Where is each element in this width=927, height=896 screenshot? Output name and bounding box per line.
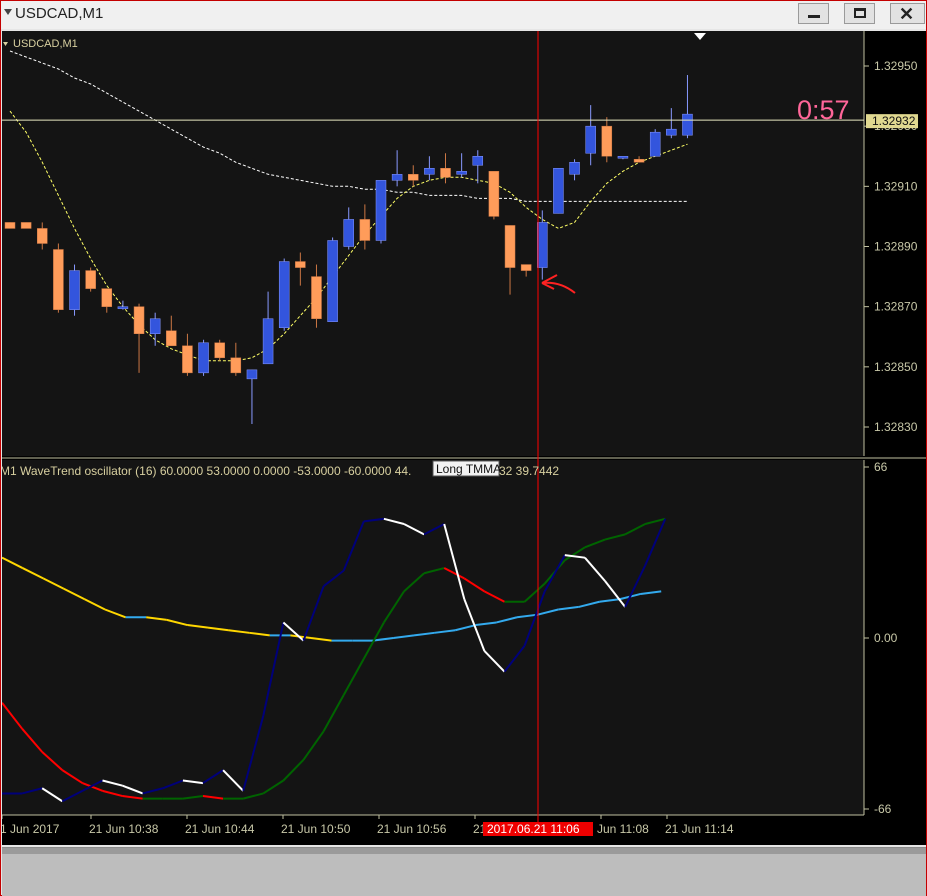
candle[interactable] bbox=[69, 270, 80, 310]
oscillator-panel-bg[interactable] bbox=[2, 460, 864, 815]
bid-price-label: 1.32932 bbox=[872, 114, 916, 128]
candle[interactable] bbox=[520, 264, 532, 271]
candle[interactable] bbox=[4, 222, 16, 229]
candle[interactable] bbox=[117, 306, 129, 309]
terminal-window: USDCAD,M1 ✕ 1.329501.329301.329101.32890… bbox=[0, 0, 927, 896]
candle[interactable] bbox=[585, 125, 596, 154]
main-panel-label: USDCAD,M1 bbox=[13, 38, 78, 50]
candle[interactable] bbox=[569, 162, 580, 175]
maximize-icon bbox=[854, 8, 866, 18]
candle[interactable] bbox=[633, 159, 645, 163]
candle[interactable] bbox=[472, 156, 484, 166]
candle[interactable] bbox=[246, 369, 258, 380]
candle[interactable] bbox=[182, 345, 193, 374]
chart-window-icon bbox=[4, 9, 12, 15]
price-tick-label: 1.32950 bbox=[874, 59, 918, 73]
candle[interactable] bbox=[456, 171, 467, 175]
candle[interactable] bbox=[488, 171, 500, 217]
status-bar-divider bbox=[2, 848, 926, 854]
time-tick-label: 21 Jun 10:44 bbox=[185, 822, 255, 836]
time-tick-label: 1 Jun 2017 bbox=[2, 822, 60, 836]
candle-countdown: 0:57 bbox=[797, 95, 850, 125]
price-tick-label: 1.32910 bbox=[874, 179, 918, 193]
candle[interactable] bbox=[553, 168, 564, 214]
crosshair-time-label: 2017.06.21 11:06 bbox=[487, 822, 580, 836]
oscillator-panel-label: M1 WaveTrend oscillator (16) 60.0000 53.… bbox=[2, 464, 411, 478]
candle[interactable] bbox=[327, 240, 338, 322]
candle[interactable] bbox=[101, 288, 113, 307]
price-tick-label: 1.32830 bbox=[874, 420, 918, 434]
oscillator-panel-label-suffix: 32 39.7442 bbox=[499, 464, 559, 478]
candle[interactable] bbox=[666, 128, 677, 136]
candle[interactable] bbox=[617, 156, 629, 159]
candle[interactable] bbox=[537, 222, 548, 268]
time-tick-label: 21 Jun 10:38 bbox=[89, 822, 159, 836]
price-tick-label: 1.32850 bbox=[874, 360, 918, 374]
osc-tick-label: -66 bbox=[874, 802, 892, 816]
candle[interactable] bbox=[504, 225, 516, 268]
candle[interactable] bbox=[53, 249, 64, 310]
candle[interactable] bbox=[20, 222, 32, 229]
window-title: USDCAD,M1 bbox=[15, 5, 104, 22]
price-tick-label: 1.32870 bbox=[874, 300, 918, 314]
candle[interactable] bbox=[601, 125, 613, 157]
title-bar[interactable]: USDCAD,M1 ✕ bbox=[1, 1, 926, 29]
candle[interactable] bbox=[278, 261, 290, 328]
candle[interactable] bbox=[133, 306, 145, 334]
chart-area[interactable]: 1.329501.329301.329101.328901.328701.328… bbox=[0, 31, 926, 845]
candle[interactable] bbox=[375, 180, 387, 241]
time-tick-label: 21 Jun 11:14 bbox=[665, 822, 734, 836]
candle[interactable] bbox=[682, 113, 693, 136]
candle[interactable] bbox=[230, 357, 242, 374]
candle[interactable] bbox=[262, 318, 274, 365]
osc-tick-label: 66 bbox=[874, 460, 888, 474]
time-tick-label: Jun 11:08 bbox=[597, 822, 649, 836]
candle[interactable] bbox=[424, 168, 435, 175]
candle[interactable] bbox=[166, 330, 177, 347]
candle[interactable] bbox=[311, 276, 322, 319]
close-icon: ✕ bbox=[899, 4, 915, 24]
candle[interactable] bbox=[37, 228, 48, 244]
candle[interactable] bbox=[408, 174, 419, 181]
candle[interactable] bbox=[149, 318, 161, 334]
candle[interactable] bbox=[440, 168, 451, 178]
candle[interactable] bbox=[343, 219, 354, 247]
close-button[interactable]: ✕ bbox=[890, 3, 925, 24]
candle[interactable] bbox=[214, 342, 225, 359]
osc-tick-label: 0.00 bbox=[874, 631, 898, 645]
time-tick-label: 21 Jun 10:56 bbox=[377, 822, 447, 836]
candle[interactable] bbox=[391, 174, 403, 181]
price-tick-label: 1.32890 bbox=[874, 240, 918, 254]
candle[interactable] bbox=[649, 131, 661, 157]
candle[interactable] bbox=[295, 261, 306, 268]
maximize-button[interactable] bbox=[844, 3, 875, 24]
time-tick-label: 21 Jun 10:50 bbox=[281, 822, 351, 836]
candle[interactable] bbox=[198, 342, 209, 374]
minimize-icon bbox=[808, 15, 820, 18]
main-panel-bg[interactable] bbox=[2, 31, 864, 456]
minimize-button[interactable] bbox=[798, 3, 829, 24]
candle[interactable] bbox=[85, 270, 96, 289]
tooltip-long-tmma: Long TMMA bbox=[436, 462, 501, 476]
price-chart-svg[interactable]: 1.329501.329301.329101.328901.328701.328… bbox=[0, 31, 926, 845]
candle[interactable] bbox=[359, 219, 371, 241]
status-bar bbox=[2, 847, 926, 896]
